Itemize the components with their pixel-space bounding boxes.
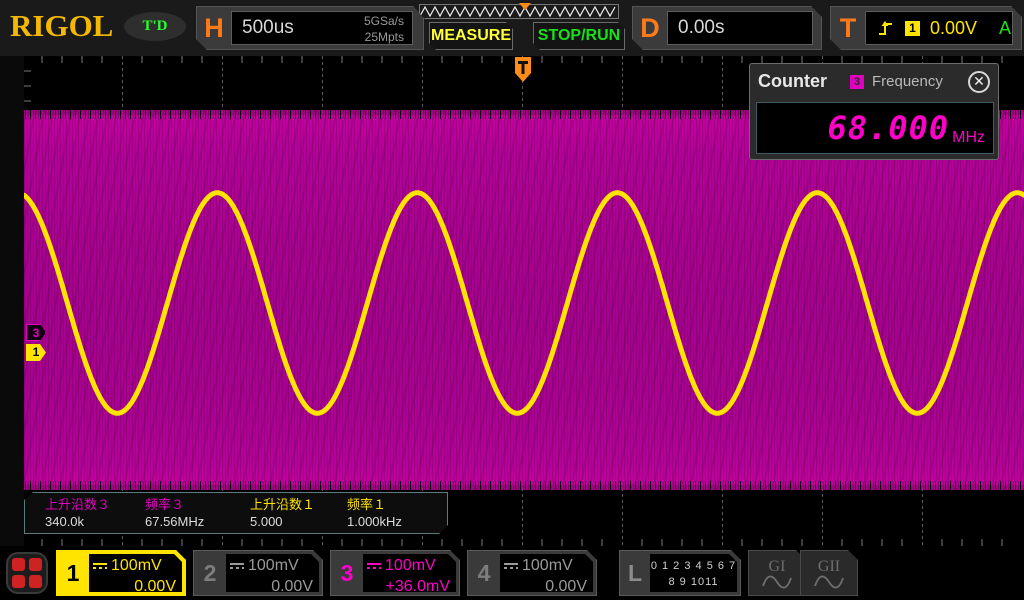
counter-value: 68.000: [828, 109, 950, 147]
trigger-letter: T: [831, 13, 865, 44]
channel-offset-4: 0.00V: [504, 576, 587, 597]
measurement-value: 340.0k: [45, 513, 145, 531]
channel-scale-4: 100mV: [522, 557, 573, 574]
counter-readout: 68.000 MHz: [756, 102, 994, 154]
channel-number-2: 2: [194, 551, 226, 595]
counter-title: Counter: [758, 71, 827, 92]
logic-label: L: [620, 551, 650, 595]
stop-run-button[interactable]: STOP/RUN: [533, 22, 625, 50]
dc-coupling-icon: [230, 561, 244, 571]
trigger-status-badge: T'D: [124, 12, 186, 41]
delay-value: 0.00s: [668, 17, 724, 39]
oscilloscope-screen: RIGOL T'D H 500us 5GSa/s 25Mpts MEASURE …: [0, 0, 1024, 600]
measurement-item[interactable]: 频率３ 67.56MHz: [145, 493, 250, 533]
measurement-item[interactable]: 频率１ 1.000kHz: [347, 493, 447, 533]
horizontal-timebase-panel[interactable]: H 500us 5GSa/s 25Mpts: [196, 6, 424, 50]
channel-button-3[interactable]: 3 100mV +36.0mV: [330, 550, 460, 596]
measurement-label: 频率１: [347, 496, 447, 513]
sine-wave-icon: [814, 575, 844, 589]
rising-edge-icon: [878, 20, 895, 37]
channel-number-3: 3: [331, 551, 363, 595]
channel-number-1: 1: [57, 551, 89, 595]
menu-dot: [12, 558, 25, 571]
measurement-item[interactable]: 上升沿数３ 340.0k: [45, 493, 145, 533]
logic-channels-button[interactable]: L 0 1 2 3 4 5 6 7 8 9 1011 12131415: [619, 550, 741, 596]
channel-scale-3: 100mV: [385, 557, 436, 574]
measure-button[interactable]: MEASURE: [429, 22, 513, 50]
menu-grid-button[interactable]: [6, 552, 48, 594]
measurement-table[interactable]: 上升沿数３ 340.0k 频率３ 67.56MHz 上升沿数１ 5.000 频率…: [24, 492, 448, 534]
measurement-label: 上升沿数３: [45, 496, 145, 513]
channel-offset-1: 0.00V: [93, 576, 176, 597]
measurement-value: 5.000: [250, 513, 347, 531]
generator-button-1[interactable]: GI: [748, 550, 806, 596]
sample-rate-value: 5GSa/s: [364, 13, 404, 29]
trigger-position-marker[interactable]: [512, 57, 534, 83]
channel-button-4[interactable]: 4 100mV 0.00V: [467, 550, 597, 596]
trigger-sweep-mode: A: [999, 18, 1011, 39]
channel-button-2[interactable]: 2 100mV 0.00V: [193, 550, 323, 596]
top-status-bar: RIGOL T'D H 500us 5GSa/s 25Mpts MEASURE …: [0, 0, 1024, 56]
dc-coupling-icon: [367, 561, 381, 571]
channel-scale-2: 100mV: [248, 557, 299, 574]
channel-offset-3: +36.0mV: [367, 576, 450, 597]
channel-scale-1: 100mV: [111, 557, 162, 574]
sine-wave-icon: [762, 575, 792, 589]
menu-dot: [12, 575, 25, 588]
measurement-item[interactable]: 上升沿数１ 5.000: [250, 493, 347, 533]
menu-dot: [29, 558, 42, 571]
counter-unit: MHz: [952, 129, 985, 153]
memory-depth-value: 25Mpts: [364, 29, 404, 45]
trigger-panel[interactable]: T 1 0.00V A: [830, 6, 1022, 50]
channel-number-4: 4: [468, 551, 500, 595]
channel-button-1[interactable]: 1 100mV 0.00V: [56, 550, 186, 596]
horizontal-letter: H: [197, 13, 231, 44]
close-icon[interactable]: ✕: [968, 71, 990, 93]
counter-header: Counter 3 Frequency ✕: [750, 64, 998, 99]
generator-button-2[interactable]: GII: [800, 550, 858, 596]
dc-coupling-icon: [504, 561, 518, 571]
dc-coupling-icon: [93, 561, 107, 571]
measurement-label: 上升沿数１: [250, 496, 347, 513]
measurement-value: 67.56MHz: [145, 513, 250, 531]
timebase-value: 500us: [232, 17, 294, 39]
menu-dot: [29, 575, 42, 588]
logic-digits-row-2: 8 9 1011 12131415: [650, 574, 737, 600]
measurement-label: 频率３: [145, 496, 250, 513]
delay-letter: D: [633, 13, 667, 44]
channel-offset-2: 0.00V: [230, 576, 313, 597]
counter-mode-label: Frequency: [872, 73, 943, 90]
counter-dialog[interactable]: Counter 3 Frequency ✕ 68.000 MHz: [749, 63, 999, 160]
bottom-channel-bar: 1 100mV 0.00V 2: [0, 546, 1024, 600]
measurement-value: 1.000kHz: [347, 513, 447, 531]
logic-digits-row-1: 0 1 2 3 4 5 6 7: [650, 558, 737, 574]
trigger-level-value: 0.00V: [930, 18, 977, 39]
memory-position-marker[interactable]: [519, 3, 531, 10]
counter-channel-badge: 3: [850, 75, 864, 89]
rigol-logo: RIGOL: [10, 8, 113, 44]
trigger-source-badge: 1: [905, 21, 920, 36]
generator-label-1: GI: [769, 558, 786, 575]
generator-label-2: GII: [818, 558, 840, 575]
delay-panel[interactable]: D 0.00s: [632, 6, 822, 50]
